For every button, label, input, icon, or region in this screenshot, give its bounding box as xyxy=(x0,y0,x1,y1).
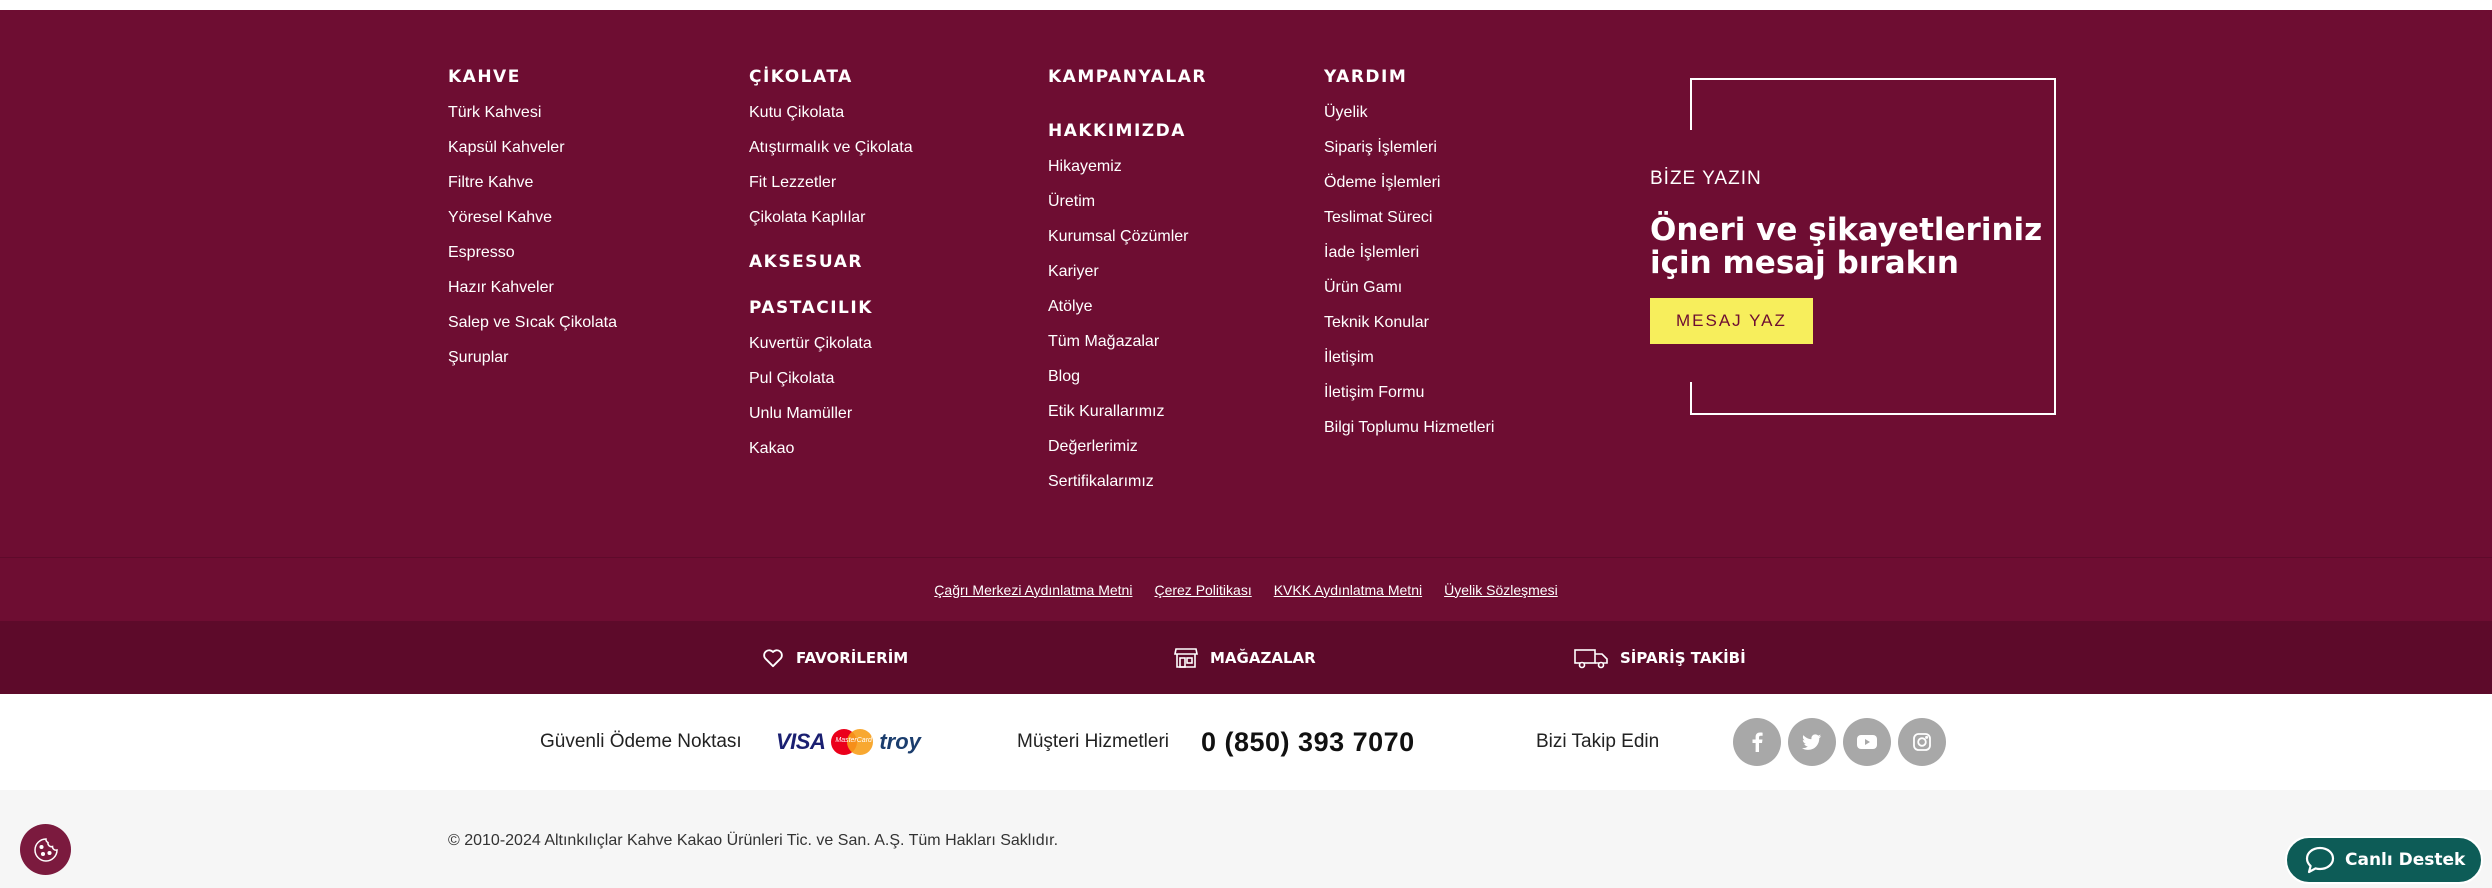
copyright-bar: © 2010-2024 Altınkılıçlar Kahve Kakao Ür… xyxy=(0,790,2492,888)
footer-link[interactable]: Kutu Çikolata xyxy=(749,104,844,121)
order-tracking-label: SİPARİŞ TAKİBİ xyxy=(1620,648,1746,667)
footer-link[interactable]: Üyelik xyxy=(1324,104,1368,121)
footer-link[interactable]: Etik Kurallarımız xyxy=(1048,403,1164,420)
footer-list-kahve: Türk Kahvesi Kapsül Kahveler Filtre Kahv… xyxy=(448,102,617,382)
footer-heading-cikolata[interactable]: ÇİKOLATA xyxy=(749,66,913,88)
favorites-link[interactable]: FAVORİLERİM xyxy=(762,621,908,694)
footer-link[interactable]: İletişim Formu xyxy=(1324,384,1424,401)
phone-number[interactable]: 0 (850) 393 7070 xyxy=(1201,694,1415,790)
footer-heading-yardim[interactable]: YARDIM xyxy=(1324,66,1494,88)
footer-column-kampanyalar: KAMPANYALAR HAKKIMIZDA Hikayemiz Üretim … xyxy=(1048,66,1207,506)
customer-service-label: Müşteri Hizmetleri xyxy=(1017,731,1170,752)
contact-label: BİZE YAZIN xyxy=(1650,168,1762,189)
favorites-label: FAVORİLERİM xyxy=(796,648,909,667)
legal-links-bar: Çağrı Merkezi Aydınlatma Metni Çerez Pol… xyxy=(0,557,2492,621)
follow-us-label: Bizi Takip Edin xyxy=(1536,731,1660,752)
footer-list-yardim: Üyelik Sipariş İşlemleri Ödeme İşlemleri… xyxy=(1324,102,1494,452)
footer-link[interactable]: Tüm Mağazalar xyxy=(1048,333,1159,350)
truck-icon xyxy=(1574,648,1608,668)
footer-link[interactable]: Teknik Konular xyxy=(1324,314,1429,331)
footer-link[interactable]: Pul Çikolata xyxy=(749,370,834,387)
live-support-button[interactable]: Canlı Destek xyxy=(2285,836,2483,884)
footer-link[interactable]: İletişim xyxy=(1324,349,1374,366)
send-message-button[interactable]: MESAJ YAZ xyxy=(1650,298,1813,344)
footer-link[interactable]: Kapsül Kahveler xyxy=(448,139,565,156)
mastercard-logo: MasterCard xyxy=(831,729,874,755)
footer-link[interactable]: Atölye xyxy=(1048,298,1092,315)
footer-link[interactable]: Hikayemiz xyxy=(1048,158,1122,175)
stores-label: MAĞAZALAR xyxy=(1210,648,1316,667)
instagram-icon[interactable] xyxy=(1898,718,1946,766)
youtube-icon[interactable] xyxy=(1843,718,1891,766)
footer-link[interactable]: Ürün Gamı xyxy=(1324,279,1402,296)
footer-link[interactable]: Fit Lezzetler xyxy=(749,174,836,191)
footer-link[interactable]: Espresso xyxy=(448,244,515,261)
quick-links-bar: FAVORİLERİM MAĞAZALAR SİPARİŞ TAKİBİ xyxy=(0,621,2492,694)
footer-link[interactable]: Filtre Kahve xyxy=(448,174,533,191)
footer-link[interactable]: Kurumsal Çözümler xyxy=(1048,228,1188,245)
cookie-icon xyxy=(33,837,58,862)
chat-bubble-icon xyxy=(2305,846,2335,874)
twitter-icon[interactable] xyxy=(1788,718,1836,766)
footer-heading-kampanyalar[interactable]: KAMPANYALAR xyxy=(1048,66,1207,88)
footer-link[interactable]: Unlu Mamüller xyxy=(749,405,852,422)
live-support-label: Canlı Destek xyxy=(2345,850,2466,870)
cookie-settings-button[interactable] xyxy=(20,824,71,875)
footer-heading-aksesuar[interactable]: AKSESUAR xyxy=(749,251,913,273)
footer-column-cikolata: ÇİKOLATA Kutu Çikolata Atıştırmalık ve Ç… xyxy=(749,66,913,473)
footer-link[interactable]: Salep ve Sıcak Çikolata xyxy=(448,314,617,331)
legal-link-kvkk[interactable]: KVKK Aydınlatma Metni xyxy=(1274,582,1422,598)
footer-link[interactable]: Türk Kahvesi xyxy=(448,104,541,121)
contact-panel: BİZE YAZIN Öneri ve şikayetleriniz için … xyxy=(1650,168,2070,344)
footer-link[interactable]: Şuruplar xyxy=(448,349,508,366)
store-icon xyxy=(1174,647,1198,668)
footer-column-yardim: YARDIM Üyelik Sipariş İşlemleri Ödeme İş… xyxy=(1324,66,1494,452)
footer-link[interactable]: İade İşlemleri xyxy=(1324,244,1419,261)
payment-logos: VISA MasterCard troy xyxy=(776,694,921,790)
footer-heading-kahve[interactable]: KAHVE xyxy=(448,66,617,88)
footer-link[interactable]: Sipariş İşlemleri xyxy=(1324,139,1437,156)
order-tracking-link[interactable]: SİPARİŞ TAKİBİ xyxy=(1574,621,1746,694)
footer-link[interactable]: Ödeme İşlemleri xyxy=(1324,174,1440,191)
footer-link[interactable]: Blog xyxy=(1048,368,1080,385)
stores-link[interactable]: MAĞAZALAR xyxy=(1174,621,1316,694)
contact-heading: Öneri ve şikayetleriniz için mesaj bırak… xyxy=(1650,212,2043,281)
footer-list-pastacilik: Kuvertür Çikolata Pul Çikolata Unlu Mamü… xyxy=(749,333,913,473)
footer-link[interactable]: Bilgi Toplumu Hizmetleri xyxy=(1324,419,1494,436)
footer-link[interactable]: Kuvertür Çikolata xyxy=(749,335,872,352)
footer-link[interactable]: Sertifikalarımız xyxy=(1048,473,1154,490)
footer-column-kahve: KAHVE Türk Kahvesi Kapsül Kahveler Filtr… xyxy=(448,66,617,382)
visa-logo: VISA xyxy=(776,729,826,754)
social-links xyxy=(1733,694,1946,790)
footer-list-hakkimizda: Hikayemiz Üretim Kurumsal Çözümler Kariy… xyxy=(1048,156,1207,506)
footer-link[interactable]: Üretim xyxy=(1048,193,1095,210)
footer-list-cikolata: Kutu Çikolata Atıştırmalık ve Çikolata F… xyxy=(749,102,913,242)
legal-link-cookie-policy[interactable]: Çerez Politikası xyxy=(1154,582,1251,598)
secure-payment-label: Güvenli Ödeme Noktası xyxy=(540,731,742,752)
copyright-text: © 2010-2024 Altınkılıçlar Kahve Kakao Ür… xyxy=(448,832,1059,849)
footer-link[interactable]: Kariyer xyxy=(1048,263,1099,280)
footer-link[interactable]: Atıştırmalık ve Çikolata xyxy=(749,139,913,156)
footer-link[interactable]: Teslimat Süreci xyxy=(1324,209,1432,226)
footer-link[interactable]: Hazır Kahveler xyxy=(448,279,554,296)
footer-link[interactable]: Değerlerimiz xyxy=(1048,438,1138,455)
footer-heading-hakkimizda[interactable]: HAKKIMIZDA xyxy=(1048,120,1207,142)
heart-icon xyxy=(763,648,783,667)
footer-link[interactable]: Kakao xyxy=(749,440,794,457)
info-bar: Güvenli Ödeme Noktası VISA MasterCard tr… xyxy=(0,694,2492,790)
facebook-icon[interactable] xyxy=(1733,718,1781,766)
footer-main: KAHVE Türk Kahvesi Kapsül Kahveler Filtr… xyxy=(0,10,2492,557)
footer-heading-pastacilik[interactable]: PASTACILIK xyxy=(749,297,913,319)
footer-link[interactable]: Yöresel Kahve xyxy=(448,209,552,226)
legal-link-membership[interactable]: Üyelik Sözleşmesi xyxy=(1444,582,1558,598)
troy-logo: troy xyxy=(879,729,921,754)
footer-link[interactable]: Çikolata Kaplılar xyxy=(749,209,866,226)
legal-link-call-center[interactable]: Çağrı Merkezi Aydınlatma Metni xyxy=(934,582,1132,598)
top-strip xyxy=(0,0,2492,10)
